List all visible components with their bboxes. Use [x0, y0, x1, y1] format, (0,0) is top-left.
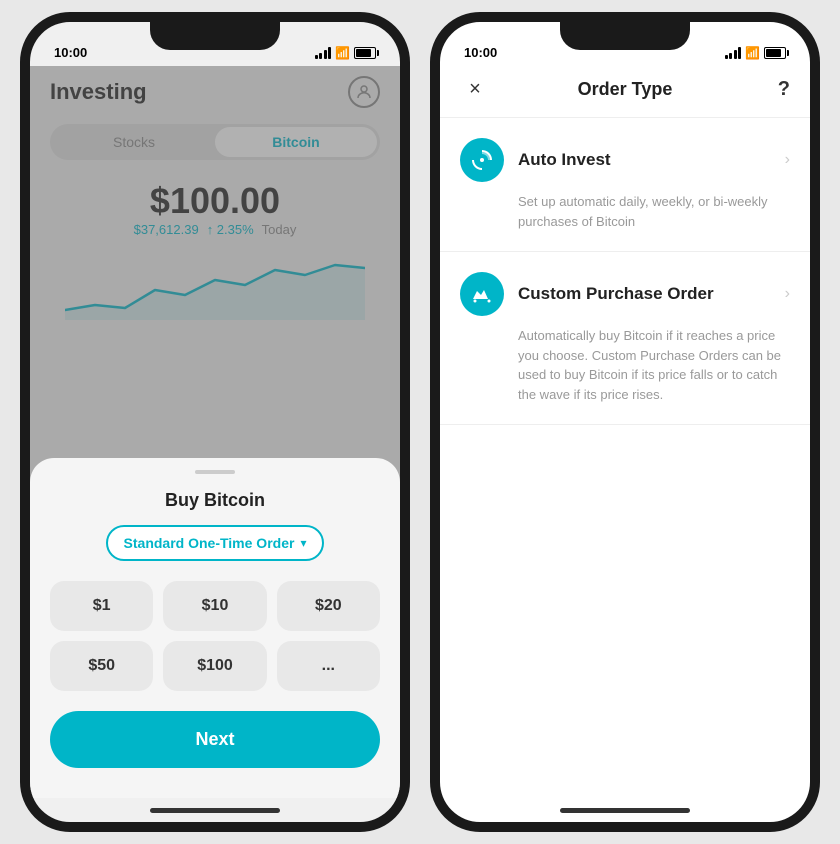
auto-invest-label: Auto Invest	[518, 150, 785, 170]
amount-20[interactable]: $20	[277, 581, 380, 631]
next-button[interactable]: Next	[50, 711, 380, 768]
wifi-icon: 📶	[335, 46, 350, 60]
amount-more[interactable]: ...	[277, 641, 380, 691]
amount-50[interactable]: $50	[50, 641, 153, 691]
empty-space	[440, 425, 810, 798]
wifi-icon-right: 📶	[745, 46, 760, 60]
amount-1[interactable]: $1	[50, 581, 153, 631]
auto-invest-desc: Set up automatic daily, weekly, or bi-we…	[460, 192, 790, 231]
phone-notch-right	[560, 22, 690, 50]
battery-icon	[354, 47, 376, 59]
signal-icon	[315, 47, 332, 59]
page-title: Order Type	[578, 79, 673, 100]
order-type-label: Standard One-Time Order	[124, 535, 295, 551]
dropdown-chevron-icon: ▾	[300, 536, 306, 550]
custom-order-desc: Automatically buy Bitcoin if it reaches …	[460, 326, 790, 404]
help-button[interactable]: ?	[760, 78, 790, 101]
custom-order-row: Custom Purchase Order ›	[460, 272, 790, 316]
close-button[interactable]: ×	[460, 78, 490, 101]
home-indicator-right	[440, 798, 810, 822]
sheet-title: Buy Bitcoin	[50, 490, 380, 511]
custom-order-icon	[460, 272, 504, 316]
left-phone: 10:00 📶 Investing	[20, 12, 410, 832]
status-icons-left: 📶	[315, 46, 376, 60]
bottom-sheet-overlay: Buy Bitcoin Standard One-Time Order ▾ $1…	[30, 66, 400, 798]
right-phone: 10:00 📶 × Order Type ?	[430, 12, 820, 832]
signal-icon-right	[725, 47, 742, 59]
auto-invest-row: Auto Invest ›	[460, 138, 790, 182]
home-indicator-left	[30, 798, 400, 822]
auto-invest-icon	[460, 138, 504, 182]
time-right: 10:00	[464, 45, 497, 60]
custom-order-chevron-icon: ›	[785, 285, 790, 303]
sheet-handle	[195, 470, 235, 474]
bottom-sheet: Buy Bitcoin Standard One-Time Order ▾ $1…	[30, 458, 400, 798]
amount-10[interactable]: $10	[163, 581, 266, 631]
amount-100[interactable]: $100	[163, 641, 266, 691]
auto-invest-option[interactable]: Auto Invest › Set up automatic daily, we…	[440, 118, 810, 252]
custom-order-option[interactable]: Custom Purchase Order › Automatically bu…	[440, 252, 810, 425]
time-left: 10:00	[54, 45, 87, 60]
phone-content-left: Investing Stocks Bitcoin $100.00 $37,612…	[30, 66, 400, 798]
amount-grid: $1 $10 $20 $50 $100 ...	[50, 581, 380, 691]
phone-notch	[150, 22, 280, 50]
order-type-selector[interactable]: Standard One-Time Order ▾	[106, 525, 325, 561]
custom-order-label: Custom Purchase Order	[518, 284, 785, 304]
status-icons-right: 📶	[725, 46, 786, 60]
auto-invest-chevron-icon: ›	[785, 151, 790, 169]
battery-icon-right	[764, 47, 786, 59]
order-type-header: × Order Type ?	[440, 66, 810, 118]
